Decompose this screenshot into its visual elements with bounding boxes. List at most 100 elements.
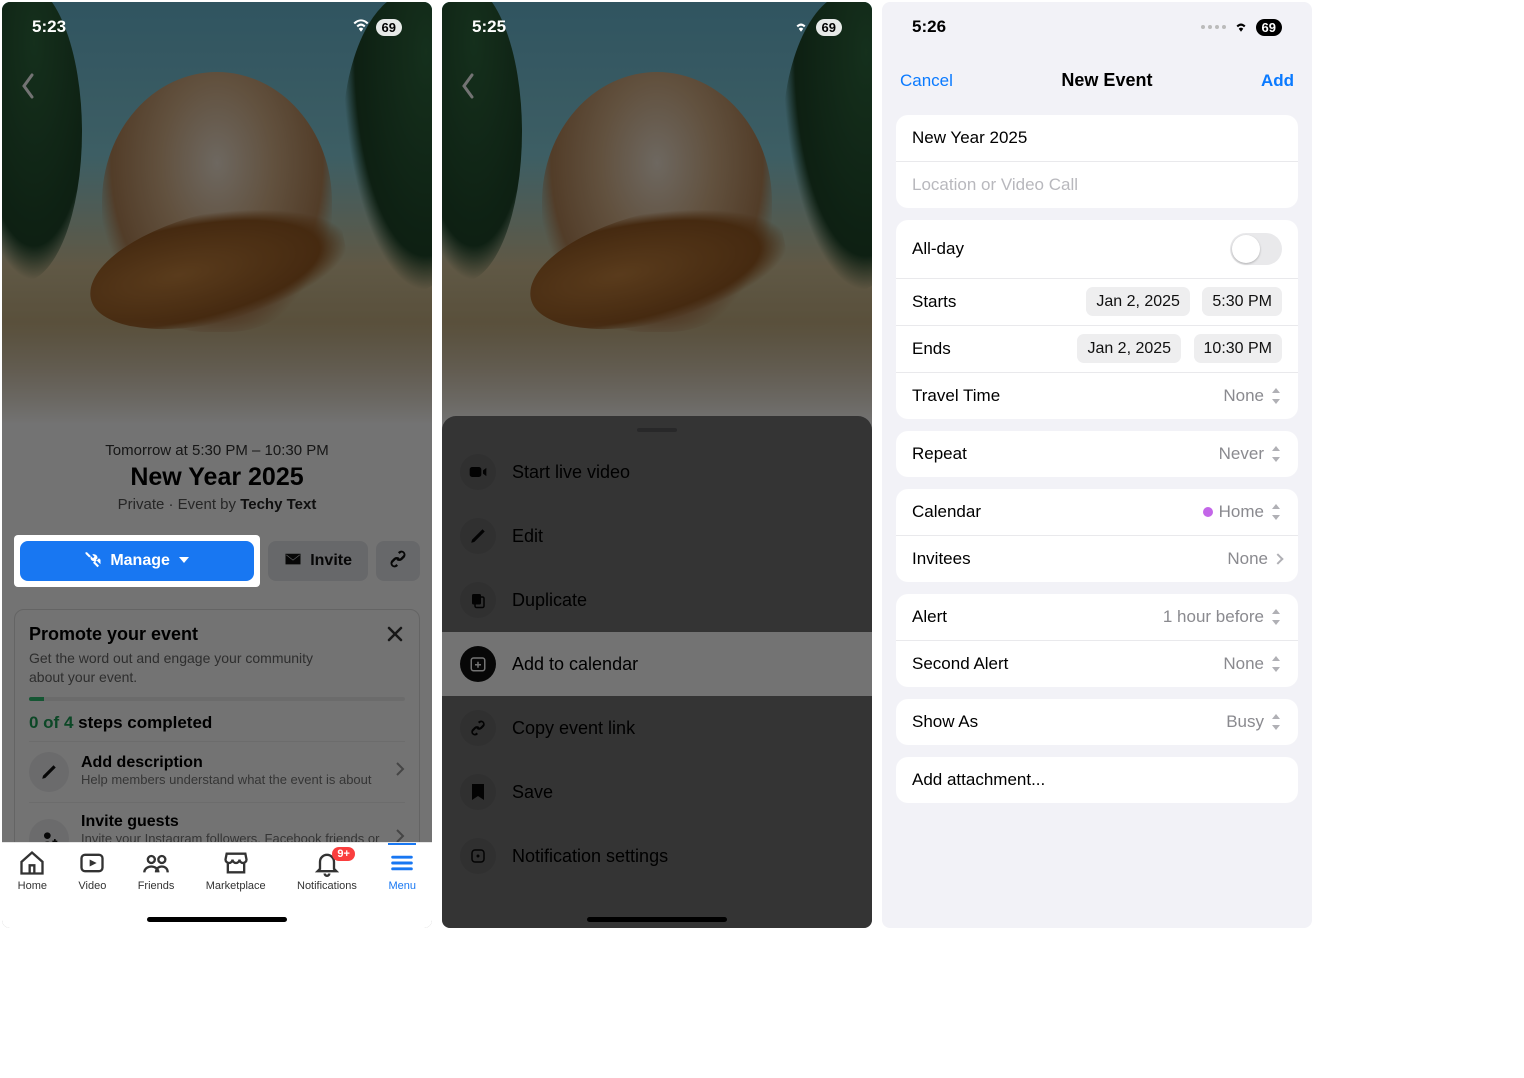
- add-button[interactable]: Add: [1261, 71, 1294, 91]
- pencil-icon: [460, 518, 496, 554]
- tab-label: Marketplace: [206, 880, 266, 892]
- updown-icon: [1270, 446, 1282, 462]
- sheet-grabber[interactable]: [637, 428, 677, 432]
- wifi-icon: [1232, 17, 1250, 37]
- tools-icon: [84, 550, 102, 573]
- all-day-label: All-day: [912, 239, 964, 259]
- ends-date-picker[interactable]: Jan 2, 2025: [1077, 334, 1181, 363]
- all-day-toggle[interactable]: [1230, 233, 1282, 265]
- page-title: New Event: [1061, 70, 1152, 91]
- chevron-right-icon: [1272, 553, 1283, 564]
- home-indicator: [147, 917, 287, 922]
- copy-link-button[interactable]: [376, 541, 420, 581]
- invitees-label: Invitees: [912, 549, 971, 569]
- group-repeat: Repeat Never: [896, 431, 1298, 477]
- menu-label: Notification settings: [512, 846, 668, 867]
- menu-label: Edit: [512, 526, 543, 547]
- event-time: Tomorrow at 5:30 PM – 10:30 PM: [20, 442, 414, 459]
- action-row: Manage Invite: [2, 523, 432, 599]
- ends-time-picker[interactable]: 10:30 PM: [1194, 334, 1282, 363]
- step-add-description[interactable]: Add description Help members understand …: [29, 741, 405, 802]
- link-icon: [388, 549, 408, 574]
- cancel-button[interactable]: Cancel: [900, 71, 953, 91]
- tab-bar: Home Video Friends Marketplace 9+ Notifi…: [2, 842, 432, 928]
- promote-subtitle: Get the word out and engage your communi…: [29, 649, 342, 687]
- event-title-field[interactable]: [896, 115, 1298, 161]
- add-attachment-row[interactable]: Add attachment...: [896, 757, 1298, 803]
- starts-row: Starts Jan 2, 2025 5:30 PM: [896, 278, 1298, 325]
- tab-label: Friends: [138, 880, 175, 892]
- close-icon[interactable]: [385, 624, 405, 650]
- step-title: Invite guests: [81, 813, 383, 831]
- starts-time-picker[interactable]: 5:30 PM: [1202, 287, 1282, 316]
- tab-home[interactable]: Home: [18, 849, 47, 928]
- group-alerts: Alert 1 hour before Second Alert None: [896, 594, 1298, 687]
- alert-value: 1 hour before: [1163, 607, 1264, 627]
- repeat-value: Never: [1219, 444, 1264, 464]
- travel-time-label: Travel Time: [912, 386, 1000, 406]
- menu-add-to-calendar[interactable]: Add to calendar: [442, 632, 872, 696]
- second-alert-value: None: [1223, 654, 1264, 674]
- battery-icon: 69: [1256, 19, 1282, 36]
- manage-menu-sheet: Start live video Edit Duplicate Add to c…: [442, 416, 872, 928]
- starts-date-picker[interactable]: Jan 2, 2025: [1086, 287, 1190, 316]
- manage-button[interactable]: Manage: [20, 541, 254, 581]
- invitees-row[interactable]: Invitees None: [896, 535, 1298, 582]
- progress-bar: [29, 697, 405, 701]
- ends-label: Ends: [912, 339, 951, 359]
- show-as-label: Show As: [912, 712, 978, 732]
- event-cover: [442, 2, 872, 442]
- location-input[interactable]: [912, 175, 1282, 195]
- tab-menu[interactable]: Menu: [388, 849, 416, 928]
- menu-label: Copy event link: [512, 718, 635, 739]
- calendar-row[interactable]: Calendar Home: [896, 489, 1298, 535]
- menu-duplicate[interactable]: Duplicate: [442, 568, 872, 632]
- menu-start-live-video[interactable]: Start live video: [442, 440, 872, 504]
- home-indicator: [587, 917, 727, 922]
- alert-row[interactable]: Alert 1 hour before: [896, 594, 1298, 640]
- event-privacy: Private · Event by Techy Text: [20, 496, 414, 513]
- wifi-icon: [352, 17, 370, 37]
- status-bar: 5:25 69: [442, 2, 872, 52]
- modal-nav: Cancel New Event Add: [882, 52, 1312, 103]
- screenshot-3: 5:26 69 Cancel New Event Add All-day Sta…: [882, 2, 1312, 928]
- show-as-row[interactable]: Show As Busy: [896, 699, 1298, 745]
- alert-label: Alert: [912, 607, 947, 627]
- status-bar: 5:23 69: [2, 2, 432, 52]
- show-as-value: Busy: [1226, 712, 1264, 732]
- menu-copy-link[interactable]: Copy event link: [442, 696, 872, 760]
- menu-label: Start live video: [512, 462, 630, 483]
- event-cover: [2, 2, 432, 442]
- event-title: New Year 2025: [20, 463, 414, 492]
- calendar-add-icon: [460, 646, 496, 682]
- status-time: 5:25: [472, 17, 506, 37]
- tab-label: Home: [18, 880, 47, 892]
- battery-icon: 69: [816, 19, 842, 36]
- invitees-value: None: [1227, 549, 1268, 569]
- menu-notification-settings[interactable]: Notification settings: [442, 824, 872, 888]
- tab-notifications[interactable]: 9+ Notifications: [297, 849, 357, 928]
- status-bar: 5:26 69: [882, 2, 1312, 52]
- promote-card: Promote your event Get the word out and …: [14, 609, 420, 882]
- back-icon[interactable]: [20, 72, 36, 107]
- back-icon[interactable]: [460, 72, 476, 107]
- location-field[interactable]: [896, 161, 1298, 208]
- second-alert-label: Second Alert: [912, 654, 1008, 674]
- all-day-row[interactable]: All-day: [896, 220, 1298, 278]
- tab-label: Menu: [388, 880, 416, 892]
- menu-edit[interactable]: Edit: [442, 504, 872, 568]
- tab-video[interactable]: Video: [78, 849, 106, 928]
- invite-button[interactable]: Invite: [268, 541, 368, 581]
- repeat-row[interactable]: Repeat Never: [896, 431, 1298, 477]
- caret-down-icon: [178, 552, 190, 570]
- wifi-icon: [792, 17, 810, 37]
- menu-save[interactable]: Save: [442, 760, 872, 824]
- notification-badge: 9+: [332, 847, 355, 861]
- travel-time-row[interactable]: Travel Time None: [896, 372, 1298, 419]
- travel-time-value: None: [1223, 386, 1264, 406]
- event-title-input[interactable]: [912, 128, 1282, 148]
- second-alert-row[interactable]: Second Alert None: [896, 640, 1298, 687]
- event-header: Tomorrow at 5:30 PM – 10:30 PM New Year …: [2, 442, 432, 523]
- chevron-right-icon: [395, 761, 405, 782]
- invite-label: Invite: [310, 552, 352, 570]
